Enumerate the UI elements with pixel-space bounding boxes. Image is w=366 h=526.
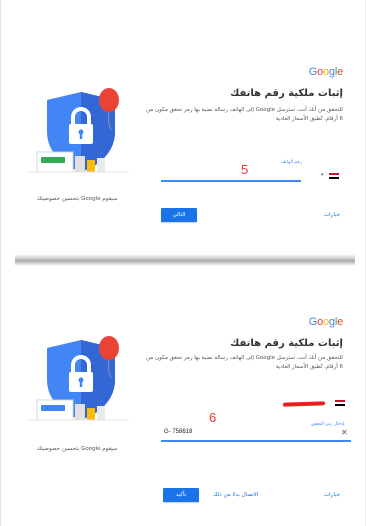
egypt-flag-icon [335,400,345,406]
google-logo: Google [308,66,343,78]
google-logo: Google [308,316,343,328]
chevron-down-icon[interactable]: ▾ [321,172,324,178]
code-input-value[interactable]: G- 758618 [164,429,192,435]
more-options-link[interactable]: خيارات [324,492,340,498]
step-annotation-5: 5 [241,162,249,177]
code-step-panel: Google إثبات ملكية رقم هاتفك للتحقق من أ… [11,272,357,522]
shield-lock-icon [29,336,129,421]
step-annotation-6: 6 [209,410,217,425]
screenshot-frame: Google إثبات ملكية رقم هاتفك للتحقق من أ… [0,0,366,526]
call-instead-link[interactable]: الاتصال بدلا من ذلك [213,492,258,498]
screenshot-divider [15,254,355,266]
clear-icon[interactable]: ✕ [341,428,348,437]
more-options-link[interactable]: خيارات [324,212,340,218]
security-illustration [29,86,129,178]
code-input[interactable] [161,440,351,442]
page-description: للتحقق من أنك أنت، سترسل Google إلى الها… [146,107,343,122]
next-button[interactable]: التالي [161,208,197,222]
code-field-label: إدخال رمز التحقق [311,422,345,427]
redacted-phone-number [282,401,326,407]
phone-step-panel: Google إثبات ملكية رقم هاتفك للتحقق من أ… [11,0,357,250]
phone-number-input[interactable] [161,180,301,182]
egypt-flag-icon[interactable] [329,173,339,179]
confirm-button[interactable]: تأكيد [163,488,199,502]
illustration-caption: سيقوم Google بتحسين خصوصيتك [36,446,118,452]
shield-lock-icon [29,88,129,173]
illustration-caption: سيقوم Google بتحسين خصوصيتك [36,196,118,202]
security-illustration [29,334,129,426]
page-title: إثبات ملكية رقم هاتفك [230,338,343,349]
page-title: إثبات ملكية رقم هاتفك [230,88,343,99]
phone-field-label: رقم الهاتف [281,160,302,165]
page-description: للتحقق من أنك أنت، سترسل Google إلى الها… [146,355,343,370]
